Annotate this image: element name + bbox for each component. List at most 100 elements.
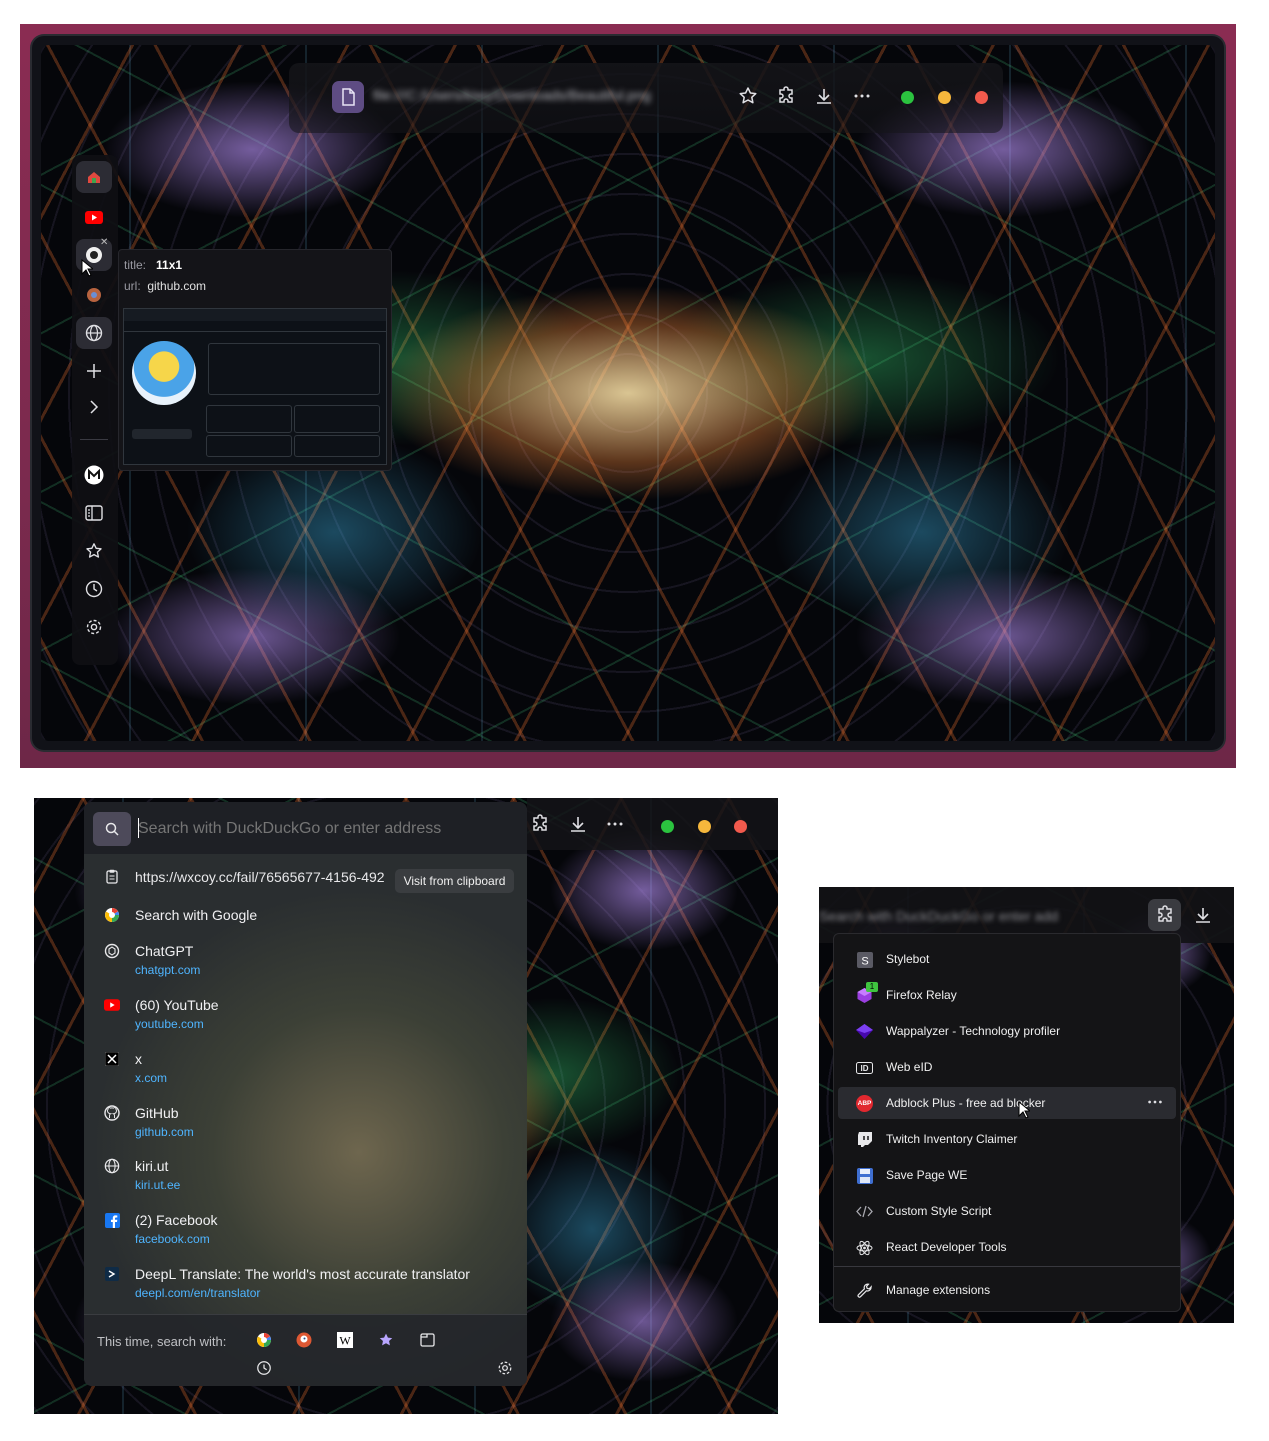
save-page-icon [856, 1167, 873, 1184]
browser-frame: file:///C:/Users/kiwy/Downloads/Beautifu… [32, 36, 1224, 750]
text-caret [138, 818, 139, 838]
more-icon[interactable] [602, 811, 628, 837]
gear-icon [85, 618, 103, 636]
deepl-icon [104, 1266, 120, 1282]
tabs-engine-button[interactable] [414, 1327, 440, 1353]
globe-icon [104, 1158, 120, 1174]
history-button[interactable] [76, 573, 112, 605]
search-settings-button[interactable] [492, 1355, 518, 1381]
search-row [84, 802, 527, 854]
download-icon[interactable] [565, 811, 591, 837]
extension-item-save-page-we[interactable]: Save Page WE [838, 1159, 1176, 1191]
sidebar-m-button[interactable] [76, 459, 112, 491]
search-button[interactable] [93, 812, 131, 846]
suggestion-title: (60) YouTube [135, 997, 219, 1013]
more-icon[interactable] [1146, 1093, 1164, 1111]
bookmark-star-icon[interactable] [735, 83, 761, 109]
extension-label: Firefox Relay [886, 988, 957, 1002]
extension-label: Custom Style Script [886, 1204, 992, 1218]
suggestion-item[interactable]: DeepL Translate: The world's most accura… [84, 1260, 527, 1314]
window-close-dot[interactable] [734, 820, 747, 833]
thumb-repo-card [294, 435, 380, 457]
history-engine-button[interactable] [251, 1355, 277, 1381]
google-engine-button[interactable] [251, 1327, 277, 1353]
profile-avatar [132, 341, 196, 405]
suggestion-item[interactable]: (60) YouTube youtube.com [84, 991, 527, 1045]
code-icon [856, 1203, 873, 1220]
sidebar-panel-button[interactable] [76, 497, 112, 529]
window-close-dot[interactable] [975, 91, 988, 104]
download-icon[interactable] [811, 83, 837, 109]
google-icon [104, 907, 120, 923]
search-with-google-label: Search with Google [135, 907, 258, 923]
tab-preview-tooltip: title: 11x1 url: github.com [118, 249, 392, 471]
suggestion-title: x [135, 1051, 142, 1067]
extensions-button[interactable] [1148, 899, 1181, 931]
star-icon [85, 542, 103, 560]
extensions-icon[interactable] [527, 811, 553, 837]
extensions-dropdown: S Stylebot 1 Firefox Relay Wappalyzer - … [833, 933, 1181, 1312]
window-maximize-dot[interactable] [901, 91, 914, 104]
close-tab-icon[interactable]: ✕ [100, 237, 108, 248]
page-file-icon[interactable] [332, 81, 364, 113]
tab-globe[interactable] [76, 317, 112, 349]
tab-youtube[interactable] [76, 201, 112, 233]
extension-item-twitch[interactable]: Twitch Inventory Claimer [838, 1123, 1176, 1155]
expand-sidebar-button[interactable] [76, 391, 112, 423]
extension-item-wappalyzer[interactable]: Wappalyzer - Technology profiler [838, 1015, 1176, 1047]
suggestion-item[interactable]: x x.com [84, 1045, 527, 1099]
address-bar-url[interactable]: file:///C:/Users/kiwy/Downloads/Beautifu… [373, 87, 673, 107]
visit-from-clipboard-button[interactable]: Visit from clipboard [395, 869, 514, 893]
new-tab-button[interactable] [76, 355, 112, 387]
extension-item-stylebot[interactable]: S Stylebot [838, 943, 1176, 975]
bookmarks-star-icon [378, 1332, 394, 1348]
suggestion-url: deepl.com/en/translator [135, 1286, 261, 1300]
extension-item-react-devtools[interactable]: React Developer Tools [838, 1231, 1176, 1263]
window-minimize-dot[interactable] [698, 820, 711, 833]
bookmarks-button[interactable] [76, 535, 112, 567]
thumb-header [124, 309, 386, 321]
extension-label: Save Page WE [886, 1168, 968, 1182]
svg-text:S: S [861, 955, 868, 967]
thumb-button [132, 429, 192, 439]
search-input[interactable] [138, 820, 518, 838]
suggestion-item[interactable]: (2) Facebook facebook.com [84, 1206, 527, 1260]
window-minimize-dot[interactable] [938, 91, 951, 104]
address-dropdown-screenshot: https://wxcoy.cc/fail/76565677-4156-492 … [34, 798, 778, 1414]
window-maximize-dot[interactable] [661, 820, 674, 833]
suggestion-item[interactable]: GitHub github.com [84, 1099, 527, 1153]
top-toolbar: file:///C:/Users/kiwy/Downloads/Beautifu… [289, 63, 1003, 133]
suggestion-url: youtube.com [135, 1017, 204, 1031]
more-icon[interactable] [849, 83, 875, 109]
search-with-label: This time, search with: [97, 1334, 227, 1349]
tab-home[interactable] [76, 161, 112, 193]
search-icon [105, 822, 119, 836]
tab-chrome[interactable] [76, 279, 112, 311]
wallpaper-image: file:///C:/Users/kiwy/Downloads/Beautifu… [41, 45, 1215, 741]
suggestion-title: ChatGPT [135, 943, 194, 959]
suggestion-item[interactable]: kiri.ut kiri.ut.ee [84, 1152, 527, 1206]
suggestion-item[interactable]: ChatGPT chatgpt.com [84, 937, 527, 991]
extension-label: Web eID [886, 1060, 933, 1074]
bookmarks-engine-button[interactable] [373, 1327, 399, 1353]
suggestion-url: chatgpt.com [135, 963, 201, 977]
manage-extensions-item[interactable]: Manage extensions [838, 1274, 1176, 1306]
extension-item-custom-style-script[interactable]: Custom Style Script [838, 1195, 1176, 1227]
m-logo-icon [84, 465, 104, 485]
suggestion-title: DeepL Translate: The world's most accura… [135, 1266, 470, 1282]
globe-icon [85, 324, 103, 342]
chevron-right-icon [88, 400, 100, 414]
extension-item-web-eid[interactable]: ID Web eID [838, 1051, 1176, 1083]
extension-item-adblock-plus[interactable]: ABP Adblock Plus - free ad blocker [838, 1087, 1176, 1119]
suggestion-title: kiri.ut [135, 1158, 169, 1174]
download-icon[interactable] [1190, 902, 1216, 928]
extension-item-firefox-relay[interactable]: 1 Firefox Relay [838, 979, 1176, 1011]
stylebot-icon: S [856, 951, 873, 968]
clipboard-url: https://wxcoy.cc/fail/76565677-4156-492 [135, 869, 385, 885]
address-placeholder[interactable]: Search with DuckDuckGo or enter address [819, 908, 1059, 924]
google-icon [256, 1332, 272, 1348]
duckduckgo-engine-button[interactable] [291, 1327, 317, 1353]
extensions-icon[interactable] [773, 83, 799, 109]
wikipedia-engine-button[interactable]: W [332, 1327, 358, 1353]
settings-button[interactable] [76, 611, 112, 643]
